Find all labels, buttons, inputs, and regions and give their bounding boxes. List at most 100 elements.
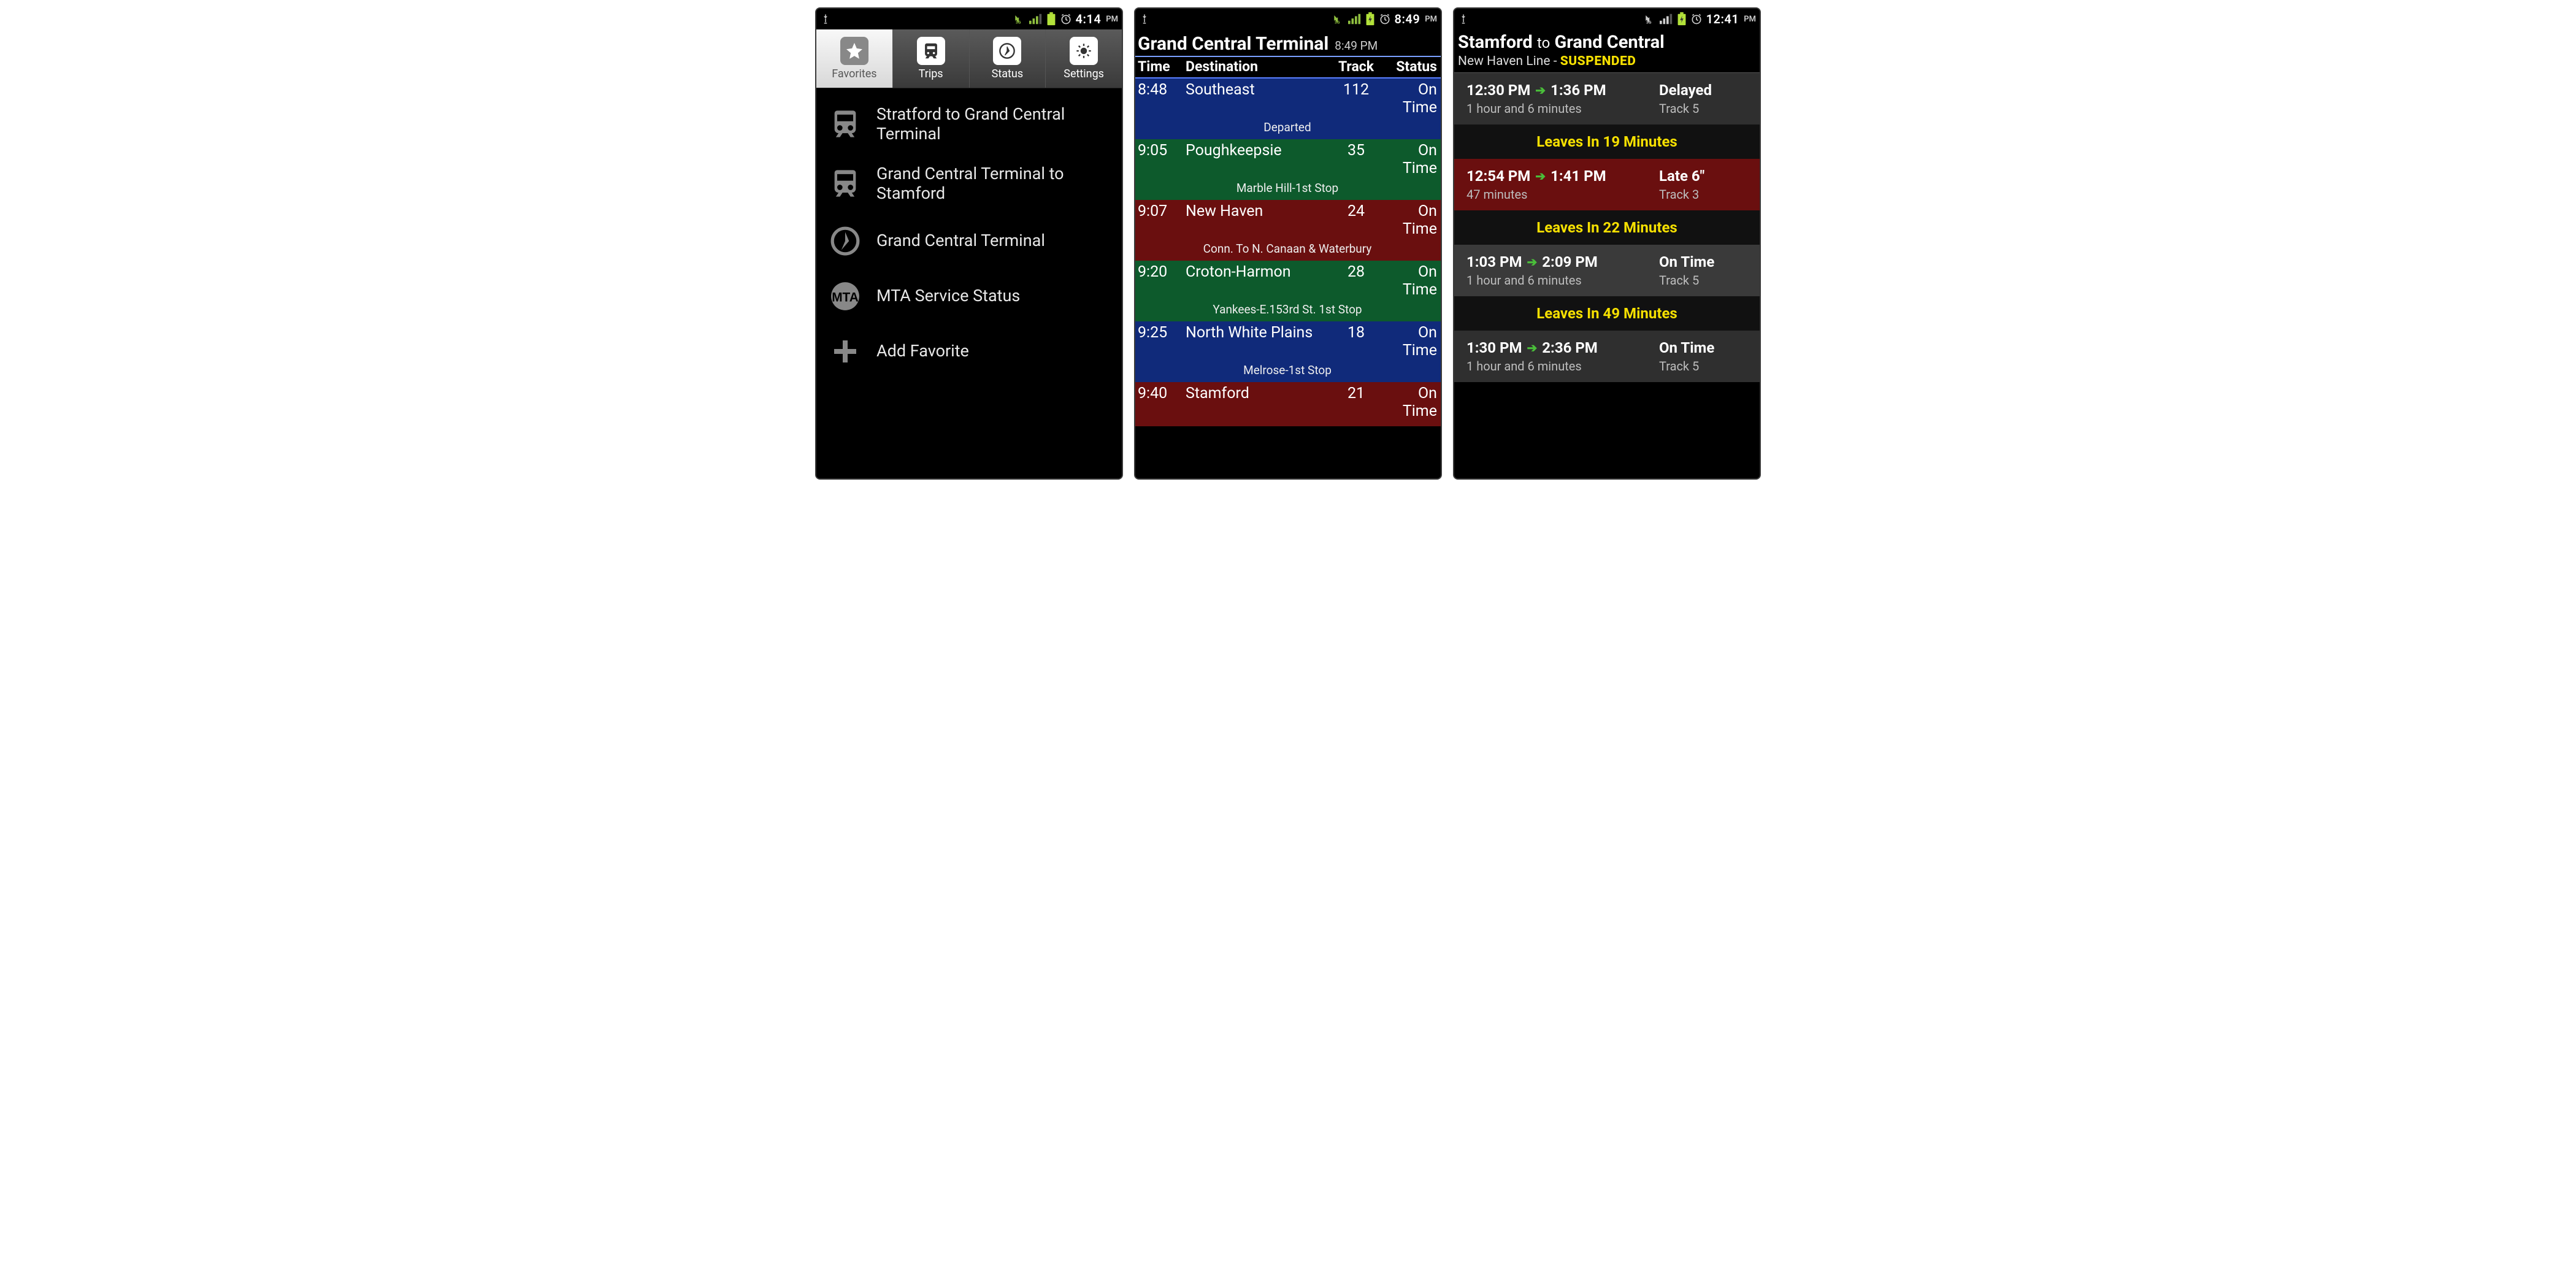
signal-icon [1029, 13, 1043, 25]
tab-label: Settings [1064, 67, 1104, 80]
route-from: Stamford [1458, 32, 1533, 53]
dep-time: 9:25 [1138, 324, 1186, 359]
favorite-label: MTA Service Status [876, 286, 1114, 305]
trip-times: 1:03 PM➔2:09 PM [1466, 253, 1653, 270]
route-to: Grand Central [1555, 32, 1665, 53]
departure-row[interactable]: 9:20Croton-Harmon28On TimeYankees-E.153r… [1135, 261, 1441, 321]
dep-status: On Time [1381, 202, 1437, 238]
tab-trips[interactable]: Trips [893, 29, 970, 88]
trip-status: Late 6" [1659, 167, 1751, 185]
trip-duration: 47 minutes [1466, 187, 1653, 202]
usb-icon [1458, 12, 1469, 26]
status-bar: 3G 8:49 PM [1135, 9, 1441, 29]
dep-destination: Stamford [1186, 385, 1332, 420]
status-bar: 3G 12:41 PM [1454, 9, 1760, 29]
svg-text:3G: 3G [1016, 20, 1021, 25]
tab-label: Favorites [832, 67, 876, 80]
trip-line-status: New Haven Line - SUSPENDED [1454, 54, 1760, 73]
dep-track: 24 [1332, 202, 1381, 238]
tab-status[interactable]: Status [970, 29, 1046, 88]
tab-bar: Favorites Trips Status Settings [816, 29, 1122, 88]
tab-label: Status [992, 67, 1023, 80]
trip-duration: 1 hour and 6 minutes [1466, 359, 1653, 374]
departure-row[interactable]: 9:40Stamford21On Time [1135, 382, 1441, 426]
departure-board-header: Grand Central Terminal 8:49 PM [1135, 29, 1441, 57]
status-ampm: PM [1425, 15, 1437, 24]
trip-times: 12:30 PM➔1:36 PM [1466, 82, 1653, 99]
dep-time: 9:20 [1138, 263, 1186, 299]
trip-track: Track 5 [1659, 273, 1751, 288]
battery-charging-icon [1677, 12, 1687, 26]
tab-label: Trips [919, 67, 943, 80]
data-3g-icon: 3G [1013, 13, 1025, 25]
dep-status: On Time [1381, 142, 1437, 177]
trip-row[interactable]: 12:54 PM➔1:41 PMLate 6"47 minutesTrack 3 [1454, 159, 1760, 210]
leaves-in-banner: Leaves In 22 Minutes [1454, 210, 1760, 245]
phone-screen-departures: 3G 8:49 PM Grand Central Terminal 8:49 P… [1134, 7, 1442, 480]
trip-row[interactable]: 12:30 PM➔1:36 PMDelayed1 hour and 6 minu… [1454, 73, 1760, 125]
tab-settings[interactable]: Settings [1046, 29, 1122, 88]
dep-destination: North White Plains [1186, 324, 1332, 359]
trip-track: Track 3 [1659, 187, 1751, 202]
svg-text:3G: 3G [1646, 20, 1652, 25]
dep-note: Yankees-E.153rd St. 1st Stop [1138, 299, 1437, 321]
trip-row[interactable]: 1:30 PM➔2:36 PMOn Time1 hour and 6 minut… [1454, 331, 1760, 382]
col-track: Track [1332, 58, 1381, 75]
data-3g-icon: 3G [1644, 13, 1656, 25]
col-time: Time [1138, 58, 1186, 75]
dep-time: 9:40 [1138, 385, 1186, 420]
dep-note: Departed [1138, 117, 1437, 139]
departure-row[interactable]: 9:05Poughkeepsie35On TimeMarble Hill-1st… [1135, 139, 1441, 200]
dep-track: 35 [1332, 142, 1381, 177]
compass-icon [827, 223, 863, 259]
trip-route-header: Stamford to Grand Central [1454, 29, 1760, 54]
signal-icon [1348, 13, 1362, 25]
status-ampm: PM [1744, 15, 1756, 24]
data-3g-icon: 3G [1332, 13, 1344, 25]
star-icon [840, 37, 868, 65]
trip-list: 12:30 PM➔1:36 PMDelayed1 hour and 6 minu… [1454, 73, 1760, 478]
dep-track: 21 [1332, 385, 1381, 420]
status-time: 4:14 [1076, 12, 1102, 26]
tab-favorites[interactable]: Favorites [816, 29, 893, 88]
dep-destination: New Haven [1186, 202, 1332, 238]
battery-icon [1046, 12, 1056, 26]
mta-icon: MTA [827, 278, 863, 314]
departure-row[interactable]: 9:25North White Plains18On TimeMelrose-1… [1135, 321, 1441, 382]
trip-times: 1:30 PM➔2:36 PM [1466, 339, 1653, 356]
dep-track: 28 [1332, 263, 1381, 299]
dep-note: Marble Hill-1st Stop [1138, 177, 1437, 200]
signal-icon [1660, 13, 1673, 25]
dep-note: Melrose-1st Stop [1138, 359, 1437, 382]
col-destination: Destination [1186, 58, 1332, 75]
trip-duration: 1 hour and 6 minutes [1466, 273, 1653, 288]
departure-columns: Time Destination Track Status [1135, 57, 1441, 79]
departure-row[interactable]: 9:07New Haven24On TimeConn. To N. Canaan… [1135, 200, 1441, 261]
favorite-row[interactable]: Stratford to Grand Central Terminal [816, 94, 1122, 154]
train-icon [827, 106, 863, 142]
usb-icon [1139, 12, 1150, 26]
svg-text:MTA: MTA [832, 290, 859, 304]
dep-destination: Southeast [1186, 81, 1332, 117]
leaves-in-banner: Leaves In 19 Minutes [1454, 125, 1760, 159]
plus-icon [827, 334, 863, 369]
gear-icon [1070, 37, 1098, 65]
dep-destination: Poughkeepsie [1186, 142, 1332, 177]
train-icon [827, 166, 863, 201]
trip-status: On Time [1659, 253, 1751, 270]
favorite-row[interactable]: Grand Central Terminal to Stamford [816, 154, 1122, 213]
compass-icon [993, 37, 1021, 65]
dep-track: 18 [1332, 324, 1381, 359]
status-time: 8:49 [1395, 12, 1420, 26]
train-icon [917, 37, 945, 65]
departure-row[interactable]: 8:48Southeast112On TimeDeparted [1135, 79, 1441, 139]
status-bar: 3G 4:14 PM [816, 9, 1122, 29]
alarm-icon [1379, 13, 1391, 25]
favorite-row[interactable]: Add Favorite [816, 324, 1122, 379]
favorite-row[interactable]: MTA MTA Service Status [816, 269, 1122, 324]
service-status: SUSPENDED [1560, 54, 1636, 69]
board-time: 8:49 PM [1335, 39, 1378, 53]
favorite-row[interactable]: Grand Central Terminal [816, 213, 1122, 269]
dep-status: On Time [1381, 324, 1437, 359]
trip-row[interactable]: 1:03 PM➔2:09 PM On Time 1 hour and 6 minut… [1454, 245, 1760, 296]
